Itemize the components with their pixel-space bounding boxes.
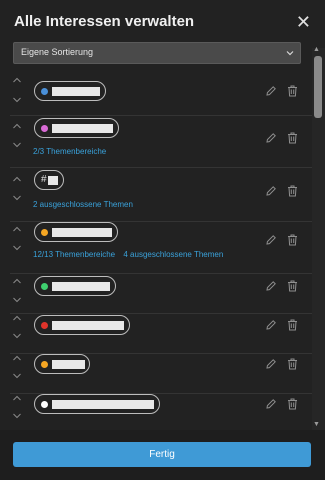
redacted-name [48,176,58,185]
pencil-icon[interactable] [265,398,277,410]
scroll-down-icon[interactable]: ▼ [313,421,320,428]
move-down-icon[interactable] [12,412,22,420]
interest-details: 2 ausgeschlossene Themen [33,200,139,209]
list-item [0,394,312,426]
move-up-icon[interactable] [12,225,22,233]
move-down-icon[interactable] [12,141,22,149]
trash-icon[interactable] [287,358,298,370]
pencil-icon[interactable] [265,319,277,331]
move-up-icon[interactable] [12,175,22,183]
scrollbar-thumb[interactable] [314,56,322,118]
interest-details: 12/13 Themenbereiche 4 ausgeschlossene T… [33,250,229,259]
list-item [0,274,312,314]
topic-areas-link[interactable]: 2/3 Themenbereiche [33,147,106,156]
move-down-icon[interactable] [12,96,22,104]
pencil-icon[interactable] [265,280,277,292]
interest-chip[interactable] [34,222,118,242]
list-item [0,72,312,116]
move-up-icon[interactable] [12,394,22,402]
list-item: 2/3 Themenbereiche [0,116,312,168]
dialog-title: Alle Interessen verwalten [14,13,195,30]
chevron-down-icon [286,51,294,56]
trash-icon[interactable] [287,234,298,246]
scroll-up-icon[interactable]: ▲ [313,46,320,53]
move-down-icon[interactable] [12,244,22,252]
interest-chip[interactable] [34,276,116,296]
redacted-name [52,282,110,291]
trash-icon[interactable] [287,280,298,292]
done-button[interactable]: Fertig [13,442,311,467]
interest-color-dot [41,283,48,290]
interest-chip[interactable] [34,354,90,374]
interest-chip[interactable]: # [34,170,64,190]
trash-icon[interactable] [287,132,298,144]
move-up-icon[interactable] [12,354,22,362]
list-item [0,354,312,394]
redacted-name [52,87,100,96]
interest-color-dot [41,401,48,408]
list-item [0,314,312,354]
interest-color-dot [41,125,48,132]
list-item: # 2 ausgeschlossene Themen [0,168,312,222]
redacted-name [52,124,113,133]
move-down-icon[interactable] [12,332,22,340]
sort-select[interactable]: Eigene Sortierung [13,42,301,64]
trash-icon[interactable] [287,85,298,97]
redacted-name [52,360,85,369]
redacted-name [52,321,124,330]
trash-icon[interactable] [287,185,298,197]
interest-chip[interactable] [34,81,106,101]
pencil-icon[interactable] [265,132,277,144]
move-up-icon[interactable] [12,122,22,130]
excluded-topics-link[interactable]: 2 ausgeschlossene Themen [33,200,133,209]
pencil-icon[interactable] [265,358,277,370]
interest-chip[interactable] [34,394,160,414]
redacted-name [52,228,112,237]
hashtag-icon: # [41,174,47,185]
interest-color-dot [41,229,48,236]
pencil-icon[interactable] [265,234,277,246]
interest-color-dot [41,361,48,368]
move-down-icon[interactable] [12,194,22,202]
interest-color-dot [41,322,48,329]
topic-areas-link[interactable]: 12/13 Themenbereiche [33,250,115,259]
list-item: 12/13 Themenbereiche 4 ausgeschlossene T… [0,222,312,274]
interest-color-dot [41,88,48,95]
move-up-icon[interactable] [12,277,22,285]
redacted-name [52,400,154,409]
close-icon[interactable]: ✕ [296,12,311,32]
pencil-icon[interactable] [265,85,277,97]
excluded-topics-link[interactable]: 4 ausgeschlossene Themen [123,250,223,259]
interest-chip[interactable] [34,315,130,335]
dialog-header: Alle Interessen verwalten ✕ [14,12,314,34]
move-down-icon[interactable] [12,372,22,380]
interest-details: 2/3 Themenbereiche [33,147,112,156]
trash-icon[interactable] [287,398,298,410]
trash-icon[interactable] [287,319,298,331]
sort-select-value: Eigene Sortierung [21,47,94,57]
manage-interests-dialog: Alle Interessen verwalten ✕ Eigene Sorti… [0,0,325,480]
interest-list: 2/3 Themenbereiche # 2 ausgeschlossene T… [0,72,312,426]
move-up-icon[interactable] [12,314,22,322]
move-up-icon[interactable] [12,76,22,84]
pencil-icon[interactable] [265,185,277,197]
interest-chip[interactable] [34,118,119,138]
move-down-icon[interactable] [12,296,22,304]
